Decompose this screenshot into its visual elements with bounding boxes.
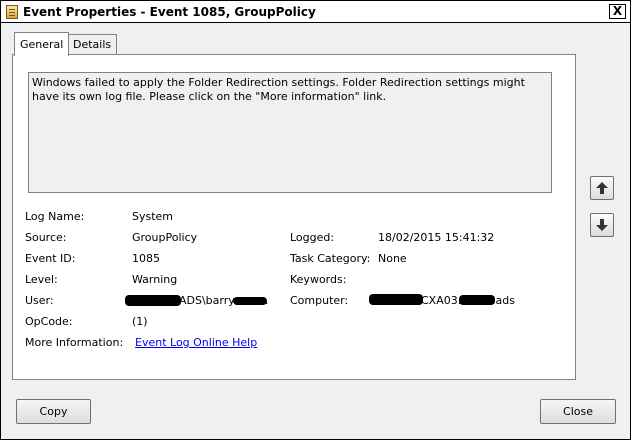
redaction-mark [369, 294, 423, 305]
computer-label: Computer: [290, 294, 349, 307]
opcode-value: (1) [132, 315, 148, 328]
source-label: Source: [25, 231, 67, 244]
previous-event-button[interactable] [590, 176, 614, 200]
source-value: GroupPolicy [132, 231, 198, 244]
log-name-label: Log Name: [25, 210, 85, 223]
close-button[interactable]: Close [540, 399, 616, 424]
keywords-label: Keywords: [290, 273, 347, 286]
arrow-down-icon [596, 219, 608, 231]
user-label: User: [25, 294, 54, 307]
task-category-value: None [378, 252, 407, 265]
computer-value-suffix: .ads [492, 294, 515, 307]
computer-value: CXA03. [421, 294, 462, 307]
logged-label: Logged: [290, 231, 335, 244]
task-category-label: Task Category: [290, 252, 371, 265]
event-description[interactable]: Windows failed to apply the Folder Redir… [28, 72, 552, 193]
opcode-label: OpCode: [25, 315, 73, 328]
logged-value: 18/02/2015 15:41:32 [378, 231, 495, 244]
event-viewer-icon [6, 5, 18, 19]
next-event-button[interactable] [590, 213, 614, 237]
tab-details[interactable]: Details [67, 34, 118, 55]
level-value: Warning [132, 273, 178, 286]
redaction-mark [233, 297, 267, 305]
window-title: Event Properties - Event 1085, GroupPoli… [23, 5, 316, 19]
redaction-mark [459, 295, 495, 305]
user-value: ADS\barry [179, 294, 235, 307]
copy-button[interactable]: Copy [16, 399, 91, 424]
general-tab-panel: Windows failed to apply the Folder Redir… [12, 54, 576, 380]
user-value-suffix: . [265, 294, 269, 307]
event-log-online-help-link[interactable]: Event Log Online Help [135, 336, 257, 349]
event-properties-window: Event Properties - Event 1085, GroupPoli… [0, 0, 631, 440]
more-info-label: More Information: [25, 336, 124, 349]
tab-general[interactable]: General [14, 32, 70, 56]
window-close-button[interactable]: X [609, 4, 626, 19]
arrow-up-icon [596, 182, 608, 194]
event-id-label: Event ID: [25, 252, 76, 265]
event-id-value: 1085 [132, 252, 160, 265]
title-bar: Event Properties - Event 1085, GroupPoli… [1, 1, 630, 23]
redaction-mark [125, 295, 181, 306]
level-label: Level: [25, 273, 58, 286]
log-name-value: System [132, 210, 174, 223]
